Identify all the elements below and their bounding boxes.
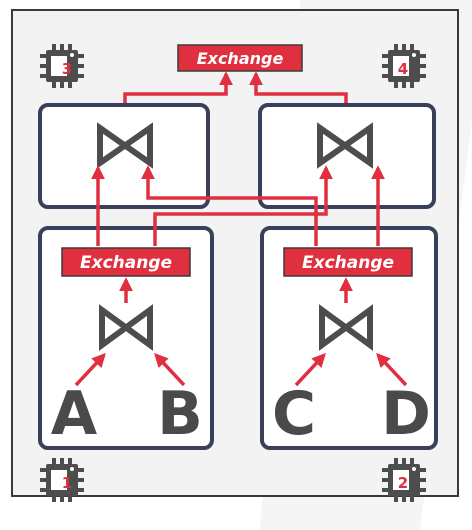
relation-c: C — [272, 379, 316, 449]
cpu-label-2: 2 — [398, 474, 408, 492]
exchange-top-label: Exchange — [197, 49, 284, 68]
cpu-label-1: 1 — [62, 474, 72, 492]
parallel-join-diagram: 3 4 1 2 Exchange Exchange Exchange A B C… — [11, 0, 472, 530]
join-box-top-right — [258, 103, 436, 209]
join-box-top-left — [38, 103, 210, 209]
exchange-right-label: Exchange — [302, 253, 394, 273]
relation-a: A — [51, 379, 98, 449]
relation-d: D — [381, 379, 431, 449]
relation-b: B — [157, 379, 203, 449]
cpu-label-4: 4 — [398, 60, 408, 78]
exchange-left-label: Exchange — [80, 253, 172, 273]
cpu-label-3: 3 — [62, 60, 72, 78]
